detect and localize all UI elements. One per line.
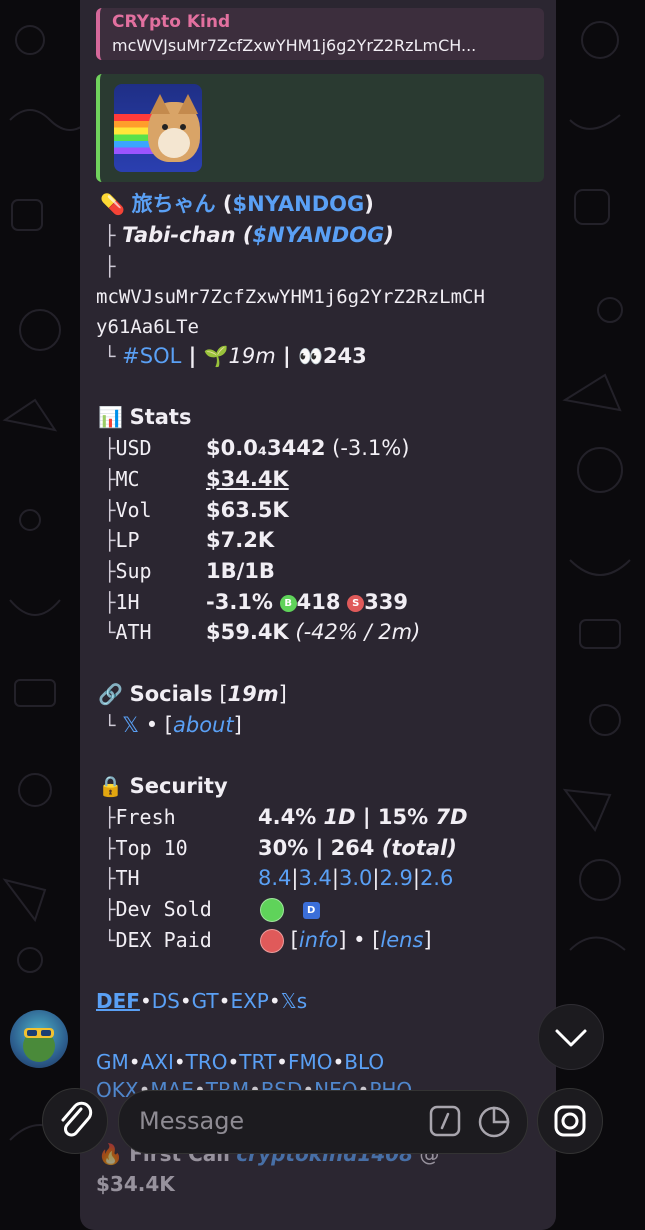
pill-icon: 💊	[100, 192, 125, 216]
security-row-top10: ├Top 10	[104, 836, 188, 860]
holder-link[interactable]: 3.0	[339, 866, 372, 890]
security-value-th: 8.4|3.4|3.0|2.9|2.6	[258, 866, 454, 890]
link-axi[interactable]: AXI	[141, 1050, 174, 1074]
eyes-icon: 👀	[297, 344, 323, 368]
socials-heading: 🔗 Socials [19m]	[98, 682, 287, 706]
command-icon[interactable]	[429, 1105, 461, 1137]
dog-image	[148, 94, 200, 162]
stats-heading: 📊 Stats	[98, 405, 192, 429]
token-name-link[interactable]: 旅ちゃん	[132, 192, 216, 216]
link-gm[interactable]: GM	[96, 1050, 129, 1074]
link-def[interactable]: DEF	[96, 989, 140, 1013]
security-row-th: ├TH	[104, 866, 140, 890]
alt-ticker-link[interactable]: $NYANDOG	[253, 223, 385, 247]
stat-row-1h: ├1H	[104, 590, 140, 614]
lock-icon: 🔒	[98, 774, 123, 798]
sells-count: 339	[364, 590, 409, 614]
x-link[interactable]: 𝕏	[122, 713, 139, 737]
socials-row: └ 𝕏 • [about]	[104, 713, 242, 737]
link-exp[interactable]: EXP	[230, 989, 268, 1013]
message-input[interactable]: Message	[118, 1090, 528, 1154]
alt-name-line: ├ Tabi-chan ($NYANDOG)	[104, 223, 394, 247]
view-count: 243	[322, 344, 367, 368]
security-row-fresh: ├Fresh	[104, 805, 176, 829]
sender-avatar[interactable]	[10, 1010, 68, 1068]
buys-icon: B	[279, 594, 297, 612]
reply-text: mcWVJsuMr7ZcfZxwYHM1j6g2YrZ2RzLmCH...	[112, 36, 477, 55]
preview-thumbnail[interactable]	[114, 84, 202, 172]
reply-author: CRYpto Kind	[112, 12, 231, 32]
chevron-down-icon	[555, 1029, 587, 1047]
holder-link[interactable]: 3.4	[298, 866, 331, 890]
camera-icon	[554, 1105, 586, 1137]
message-placeholder: Message	[139, 1107, 245, 1135]
buys-count: 418	[296, 590, 341, 614]
attach-button[interactable]	[42, 1088, 108, 1154]
chain-link[interactable]: #SOL	[122, 344, 181, 368]
scroll-down-button[interactable]	[538, 1004, 604, 1070]
security-row-dex-paid: └DEX Paid	[104, 928, 212, 952]
stat-row-vol: ├Vol	[104, 498, 152, 522]
reply-quote[interactable]: CRYpto Kind mcWVJsuMr7ZcfZxwYHM1j6g2YrZ2…	[96, 8, 544, 60]
stat-value-ath: $59.4K (-42% / 2m)	[206, 620, 421, 644]
link-blo[interactable]: BLO	[344, 1050, 384, 1074]
camera-button[interactable]	[537, 1088, 603, 1154]
stat-row-usd: ├USD	[104, 436, 152, 460]
security-value-fresh: 4.4% 1D | 15% 7D	[258, 805, 468, 829]
contract-address-line1[interactable]: mcWVJsuMr7ZcfZxwYHM1j6g2YrZ2RzLmCH	[96, 283, 485, 311]
link-xs[interactable]: 𝕏s	[281, 989, 308, 1013]
red-circle-icon	[260, 929, 284, 953]
token-title-line: 💊 旅ちゃん ($NYANDOG)	[100, 192, 374, 216]
stat-value-vol: $63.5K	[206, 498, 289, 522]
bar-chart-icon: 📊	[98, 405, 123, 429]
sticker-icon[interactable]	[477, 1105, 511, 1139]
stat-row-sup: ├Sup	[104, 559, 152, 583]
info-link[interactable]: info	[299, 928, 338, 952]
stat-row-lp: ├LP	[104, 528, 140, 552]
stat-value-mc[interactable]: $34.4K	[206, 465, 289, 493]
contract-address-line2[interactable]: y61Aa6LTe	[96, 313, 199, 341]
link-gt[interactable]: GT	[192, 989, 219, 1013]
token-age: 19m	[228, 344, 276, 368]
ticker-link[interactable]: $NYANDOG	[233, 192, 365, 216]
alt-name: Tabi-chan	[122, 223, 236, 247]
link-icon: 🔗	[98, 682, 123, 706]
link-trt[interactable]: TRT	[239, 1050, 276, 1074]
security-value-top10: 30% | 264 (total)	[258, 836, 457, 860]
holder-link[interactable]: 2.9	[379, 866, 412, 890]
quick-links-row1: DEF•DS•GT•EXP•𝕏s	[96, 989, 308, 1013]
security-heading: 🔒 Security	[98, 774, 228, 798]
security-value-dev-sold: D	[260, 895, 320, 923]
paperclip-icon	[61, 1101, 93, 1137]
lens-link[interactable]: lens	[380, 928, 423, 952]
link-tro[interactable]: TRO	[186, 1050, 228, 1074]
sells-icon: S	[347, 594, 365, 612]
link-fmo[interactable]: FMO	[288, 1050, 333, 1074]
stat-value-usd: $0.0₄3442 (-3.1%)	[206, 436, 410, 460]
stat-value-sup: 1B/1B	[206, 559, 275, 583]
about-link[interactable]: about	[173, 713, 234, 737]
avatar-image	[23, 1028, 55, 1062]
stat-row-mc: ├MC	[104, 467, 140, 491]
stat-row-ath: └ATH	[104, 620, 152, 644]
stat-value-1h: -3.1% B 418 S 339	[206, 590, 409, 614]
link-preview[interactable]	[96, 74, 544, 182]
holder-link[interactable]: 8.4	[258, 866, 291, 890]
link-ds[interactable]: DS	[152, 989, 180, 1013]
stat-value-lp: $7.2K	[206, 528, 275, 552]
seedling-icon: 🌱	[203, 344, 229, 368]
dev-badge-icon[interactable]: D	[302, 901, 320, 919]
quick-links-row2: GM•AXI•TRO•TRT•FMO•BLO	[96, 1050, 385, 1074]
first-call-value: $34.4K	[96, 1172, 175, 1196]
security-value-dex-paid: [info] • [lens]	[260, 926, 432, 954]
green-circle-icon	[260, 898, 284, 922]
security-row-dev-sold: ├Dev Sold	[104, 897, 212, 921]
holder-link[interactable]: 2.6	[420, 866, 453, 890]
address-tree: ├	[104, 256, 116, 278]
chain-line: └ #SOL | 🌱19m | 👀243	[104, 344, 367, 368]
